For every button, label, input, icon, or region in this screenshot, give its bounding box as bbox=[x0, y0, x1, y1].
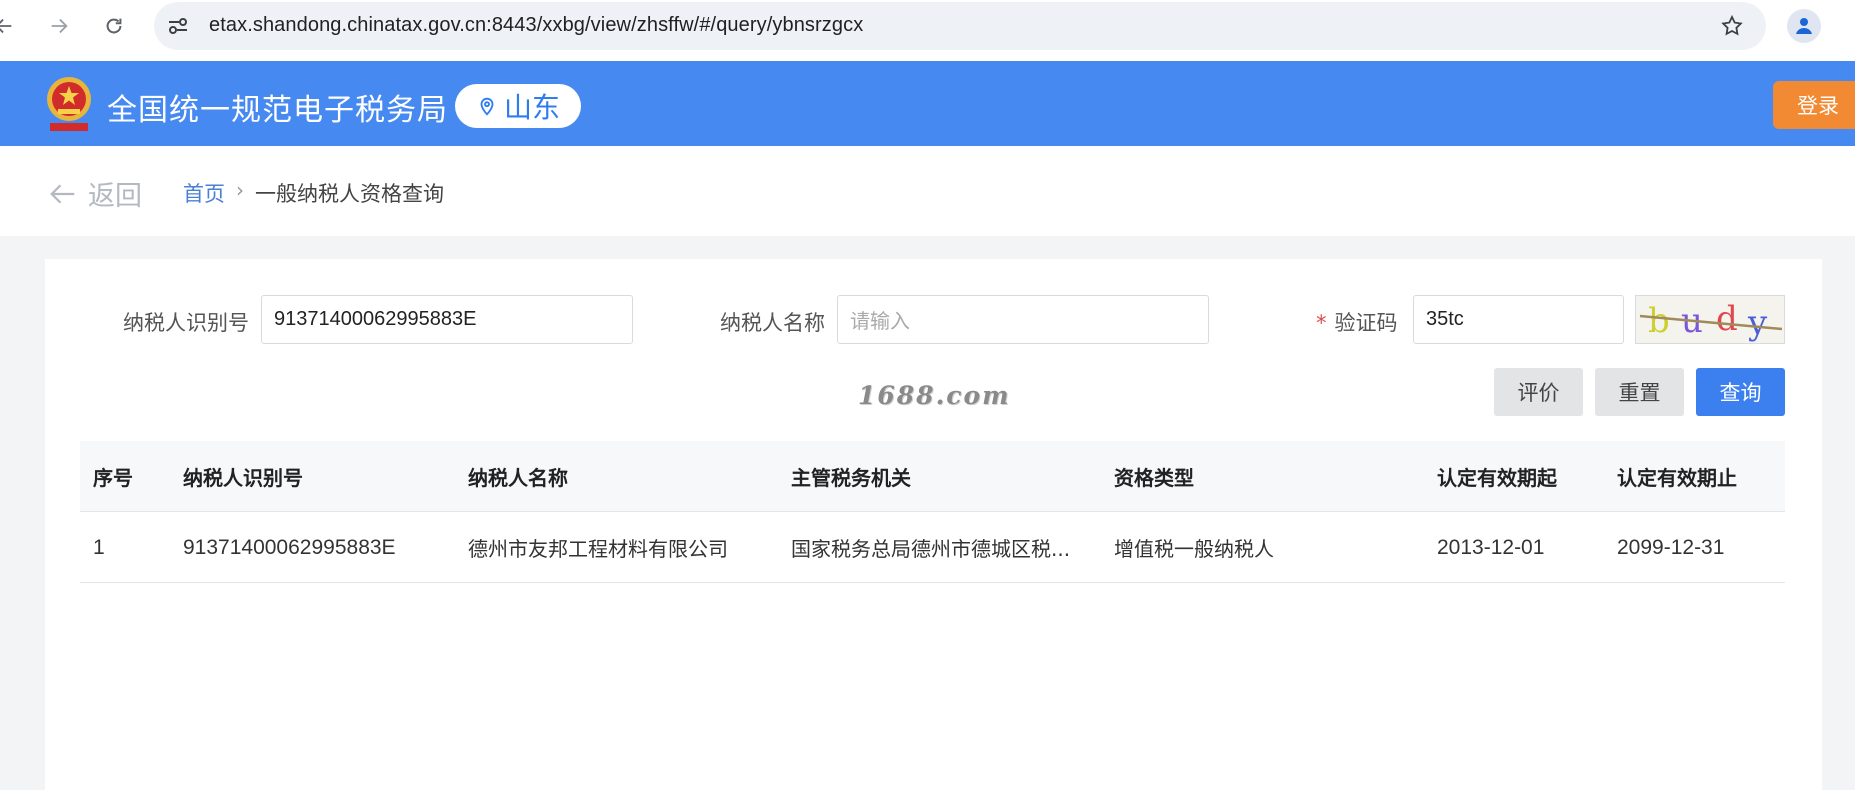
rate-button[interactable]: 评价 bbox=[1494, 368, 1583, 416]
table-header: 序号 纳税人识别号 纳税人名称 主管税务机关 资格类型 认定有效期起 认定有效期… bbox=[80, 441, 1785, 512]
taxpayer-id-input[interactable]: 91371400062995883E bbox=[261, 295, 633, 344]
cell-taxpayer-name: 德州市友邦工程材料有限公司 bbox=[468, 537, 728, 561]
cell-index: 1 bbox=[93, 535, 105, 559]
taxpayer-name-input[interactable]: 请输入 bbox=[837, 295, 1209, 344]
query-button[interactable]: 查询 bbox=[1696, 368, 1785, 416]
site-header: 全国统一规范电子税务局 山东 登录 bbox=[0, 61, 1855, 146]
column-header: 纳税人识别号 bbox=[183, 466, 303, 490]
reload-icon[interactable] bbox=[96, 8, 132, 44]
tax-emblem-icon bbox=[47, 77, 91, 131]
forward-arrow-icon[interactable] bbox=[41, 8, 77, 44]
captcha-char-4: y bbox=[1747, 303, 1768, 343]
cell-tax-authority: 国家税务总局德州市德城区税... bbox=[791, 537, 1071, 561]
captcha-label-text: 验证码 bbox=[1334, 311, 1398, 335]
column-header: 主管税务机关 bbox=[791, 466, 911, 490]
back-arrow-icon bbox=[50, 183, 75, 204]
captcha-image[interactable]: b u d y bbox=[1635, 295, 1785, 344]
watermark: 1688.com bbox=[858, 381, 1011, 410]
breadcrumb-separator: › bbox=[236, 178, 244, 202]
cell-taxpayer-id: 91371400062995883E bbox=[183, 535, 396, 559]
taxpayer-name-label: 纳税人名称 bbox=[720, 311, 825, 335]
table-row[interactable]: 1 91371400062995883E 德州市友邦工程材料有限公司 国家税务总… bbox=[80, 512, 1785, 583]
region-name: 山东 bbox=[503, 91, 560, 124]
column-header: 序号 bbox=[93, 466, 133, 490]
reset-button[interactable]: 重置 bbox=[1595, 368, 1684, 416]
breadcrumb-home-link[interactable]: 首页 bbox=[183, 178, 225, 208]
captcha-input[interactable]: 35tc bbox=[1413, 295, 1624, 344]
column-header: 纳税人名称 bbox=[468, 466, 568, 490]
profile-avatar-icon[interactable] bbox=[1787, 9, 1821, 43]
region-selector[interactable]: 山东 bbox=[455, 84, 581, 128]
column-header: 认定有效期起 bbox=[1437, 466, 1557, 490]
column-header: 资格类型 bbox=[1114, 466, 1194, 490]
cell-qualification-type: 增值税一般纳税人 bbox=[1114, 537, 1274, 561]
browser-chrome: etax.shandong.chinatax.gov.cn:8443/xxbg/… bbox=[0, 0, 1855, 61]
bookmark-star-icon[interactable] bbox=[1720, 14, 1744, 38]
captcha-label: * 验证码 bbox=[1316, 307, 1398, 337]
required-mark: * bbox=[1316, 311, 1327, 335]
captcha-char-1: b bbox=[1648, 301, 1670, 341]
cell-valid-to: 2099-12-31 bbox=[1617, 535, 1725, 559]
location-pin-icon bbox=[480, 97, 494, 116]
site-title: 全国统一规范电子税务局 bbox=[107, 93, 448, 128]
breadcrumb-current: 一般纳税人资格查询 bbox=[255, 182, 444, 206]
back-label: 返回 bbox=[88, 181, 142, 212]
login-button[interactable]: 登录 bbox=[1773, 81, 1855, 129]
cell-valid-from: 2013-12-01 bbox=[1437, 535, 1545, 559]
captcha-char-3: d bbox=[1716, 299, 1738, 339]
site-settings-icon[interactable] bbox=[166, 14, 190, 38]
back-arrow-icon[interactable] bbox=[0, 8, 22, 44]
back-link[interactable]: 返回 bbox=[48, 174, 142, 213]
address-bar[interactable]: etax.shandong.chinatax.gov.cn:8443/xxbg/… bbox=[154, 2, 1766, 50]
taxpayer-id-label: 纳税人识别号 bbox=[123, 311, 249, 335]
url-text[interactable]: etax.shandong.chinatax.gov.cn:8443/xxbg/… bbox=[209, 14, 863, 37]
breadcrumb-bar: 返回 首页 › 一般纳税人资格查询 bbox=[0, 146, 1855, 236]
column-header: 认定有效期止 bbox=[1617, 466, 1737, 490]
